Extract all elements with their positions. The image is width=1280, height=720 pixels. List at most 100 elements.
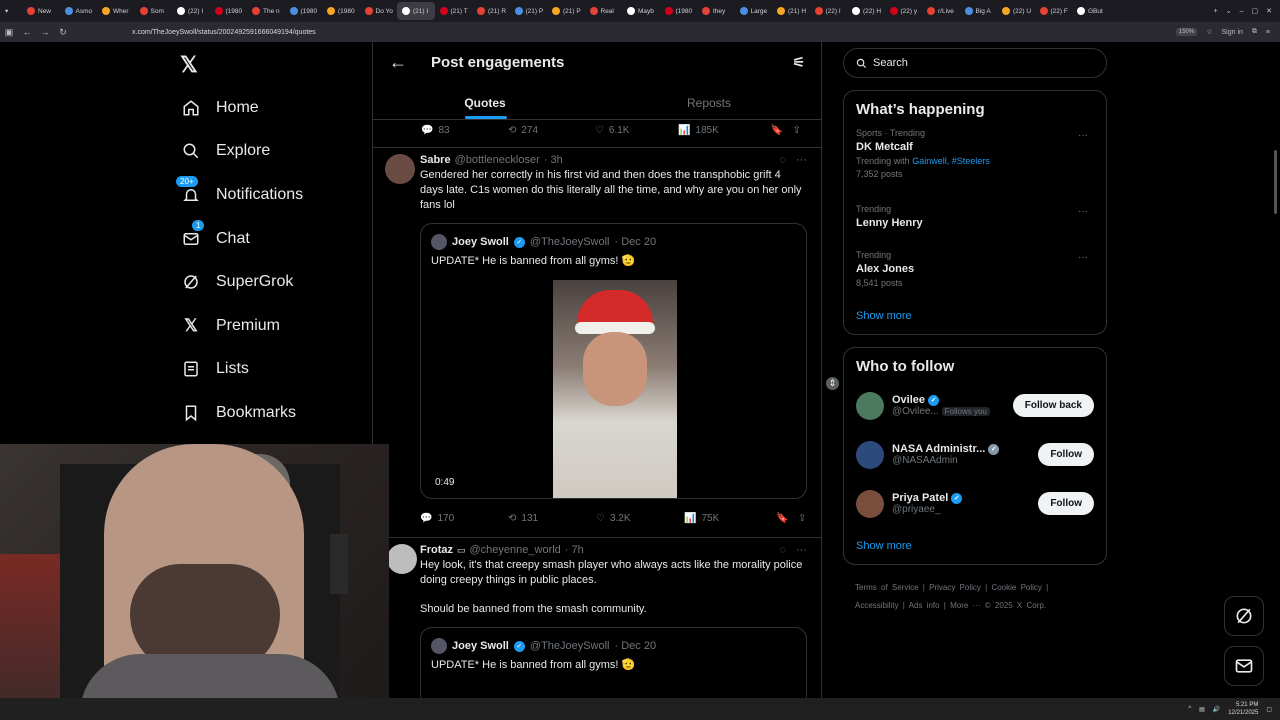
more-link[interactable]: More ··· — [950, 601, 980, 610]
avatar[interactable] — [856, 391, 884, 420]
browser-tab[interactable]: they — [697, 2, 735, 20]
messages-fab-icon[interactable] — [1224, 646, 1264, 686]
browser-tab[interactable]: Som — [135, 2, 173, 20]
browser-tab[interactable]: (22) U — [997, 2, 1035, 20]
tab-quotes[interactable]: Quotes — [373, 82, 597, 119]
tab-list-icon[interactable]: ⌄ — [1226, 7, 1232, 15]
follow-button[interactable]: Follow — [1038, 443, 1094, 466]
browser-tab[interactable]: The n — [247, 2, 285, 20]
search-input[interactable]: Search — [843, 48, 1107, 78]
star-icon[interactable]: ☆ — [1206, 28, 1212, 36]
browser-tab[interactable]: Mayb — [622, 2, 660, 20]
terms-link[interactable]: Terms of Service — [855, 583, 919, 592]
browser-tab[interactable]: (21) H — [772, 2, 810, 20]
tray-chevron-icon[interactable]: ^ — [1188, 706, 1191, 712]
post-time[interactable]: · 3h — [544, 154, 563, 166]
browser-tab[interactable]: Asmo — [60, 2, 98, 20]
cookie-link[interactable]: Cookie Policy — [991, 583, 1041, 592]
signin-button[interactable]: Sign in — [1222, 29, 1243, 36]
bookmark-icon[interactable]: 🔖 — [776, 513, 798, 524]
show-more-link[interactable]: Show more — [856, 298, 1094, 334]
author-handle[interactable]: @cheyenne_world — [470, 544, 561, 556]
browser-tab[interactable]: Large — [735, 2, 773, 20]
browser-tab[interactable]: New — [22, 2, 60, 20]
like-button[interactable]: ♡ 3.2K — [596, 513, 684, 524]
clock-date[interactable]: 12/21/2025 — [1228, 710, 1258, 716]
quoted-post[interactable]: Joey Swoll ✓ @TheJoeySwoll · Dec 20 UPDA… — [420, 627, 807, 698]
browser-tab[interactable]: (1980 — [660, 2, 698, 20]
avatar[interactable] — [387, 544, 417, 574]
menu-icon[interactable]: ≡ — [1266, 29, 1270, 36]
browser-tab[interactable]: (22) I — [810, 2, 848, 20]
browser-tab[interactable]: (1980 — [322, 2, 360, 20]
follow-button[interactable]: Follow — [1038, 492, 1094, 515]
network-icon[interactable]: ▤ — [1199, 706, 1205, 713]
more-icon[interactable]: ··· — [1078, 252, 1088, 263]
avatar[interactable] — [385, 154, 415, 184]
author-name[interactable]: Sabre — [420, 154, 451, 166]
views-count[interactable]: 📊 75K — [684, 513, 776, 524]
volume-icon[interactable]: 🔊 — [1213, 706, 1220, 713]
views-count[interactable]: 📊 185K — [678, 125, 771, 136]
avatar[interactable] — [856, 489, 884, 518]
more-icon[interactable]: ··· — [796, 154, 807, 166]
reply-button[interactable]: 💬 83 — [421, 125, 508, 136]
more-icon[interactable]: ··· — [1078, 206, 1088, 217]
new-tab-icon[interactable]: + — [1214, 8, 1218, 15]
sidebar-item-premium[interactable]: 𝕏 Premium — [170, 304, 370, 348]
browser-tab[interactable]: (21) R — [472, 2, 510, 20]
sidebar-item-chat[interactable]: 1 Chat — [170, 217, 370, 261]
browser-tab[interactable]: r/Live — [922, 2, 960, 20]
browser-tab[interactable]: (21) P — [547, 2, 585, 20]
reload-icon[interactable]: ↻ — [54, 27, 72, 38]
browser-tab[interactable]: (22) y — [885, 2, 923, 20]
sidebar-item-notifications[interactable]: 20+ Notifications — [170, 173, 370, 217]
list-item[interactable]: Frotaz ▭ @cheyenne_world · 7h ◌ ··· Hey … — [373, 538, 821, 698]
repost-button[interactable]: ⟲ 131 — [508, 513, 596, 524]
minimize-icon[interactable]: – — [1240, 8, 1244, 15]
author-name[interactable]: Frotaz — [420, 544, 453, 556]
forward-icon[interactable]: → — [36, 27, 54, 37]
browser-tab[interactable]: Do Yo — [360, 2, 398, 20]
ads-info-link[interactable]: Ads info — [909, 601, 940, 610]
browser-tab[interactable]: Real — [585, 2, 623, 20]
browser-tab[interactable]: (21) P — [510, 2, 548, 20]
share-icon[interactable]: ⇪ — [793, 125, 801, 136]
quoted-post[interactable]: Joey Swoll ✓ @TheJoeySwoll · Dec 20 UPDA… — [420, 223, 807, 499]
grok-icon[interactable]: ◌ — [779, 544, 786, 556]
privacy-link[interactable]: Privacy Policy — [929, 583, 981, 592]
bookmark-icon[interactable]: 🔖 — [771, 125, 793, 136]
browser-tab[interactable]: (22) H — [847, 2, 885, 20]
back-arrow-icon[interactable]: ← — [389, 52, 407, 73]
browser-tab[interactable]: Wher — [97, 2, 135, 20]
sidebar-item-bookmarks[interactable]: Bookmarks — [170, 391, 370, 435]
browser-tab[interactable]: (1980 — [210, 2, 248, 20]
browser-tab[interactable]: (22) I — [172, 2, 210, 20]
video-thumbnail[interactable] — [553, 280, 677, 498]
url-field[interactable]: x.com/TheJoeySwoll/status/20024925916660… — [132, 29, 316, 36]
share-icon[interactable]: ⇪ — [798, 513, 806, 524]
clock-time[interactable]: 5:21 PM — [1236, 702, 1258, 708]
sidebar-item-explore[interactable]: Explore — [170, 130, 370, 174]
author-handle[interactable]: @bottleneckloser — [455, 154, 540, 166]
trend-item[interactable]: Trending Lenny Henry ··· — [856, 200, 1094, 246]
grok-fab-icon[interactable] — [1224, 596, 1264, 636]
trend-item[interactable]: Sports · Trending DK Metcalf Trending wi… — [856, 124, 1094, 200]
sidebar-toggle-icon[interactable]: ▣ — [0, 27, 18, 38]
scroll-indicator-icon[interactable]: ⇕ — [826, 377, 839, 390]
browser-tab[interactable]: Big A — [960, 2, 998, 20]
more-icon[interactable]: ··· — [796, 544, 807, 556]
tab-list-icon[interactable]: ▾ — [0, 2, 22, 20]
browser-tab[interactable]: (21) T — [435, 2, 473, 20]
follow-suggestion[interactable]: Priya Patel ✓ @priyaee_ Follow — [856, 479, 1094, 528]
browser-tab[interactable]: (21) I — [397, 2, 435, 20]
zoom-level[interactable]: 150% — [1175, 28, 1198, 36]
settings-sliders-icon[interactable]: ⚟ — [792, 54, 805, 71]
x-logo-icon[interactable]: 𝕏 — [180, 52, 198, 78]
reply-button[interactable]: 💬 170 — [420, 513, 508, 524]
repost-button[interactable]: ⟲ 274 — [508, 125, 595, 136]
trend-related-links[interactable]: Gainwell, #Steelers — [912, 156, 990, 166]
accessibility-link[interactable]: Accessibility — [855, 601, 899, 610]
trend-item[interactable]: Trending Alex Jones 8,541 posts ··· — [856, 246, 1094, 298]
browser-tab[interactable]: (1980 — [285, 2, 323, 20]
